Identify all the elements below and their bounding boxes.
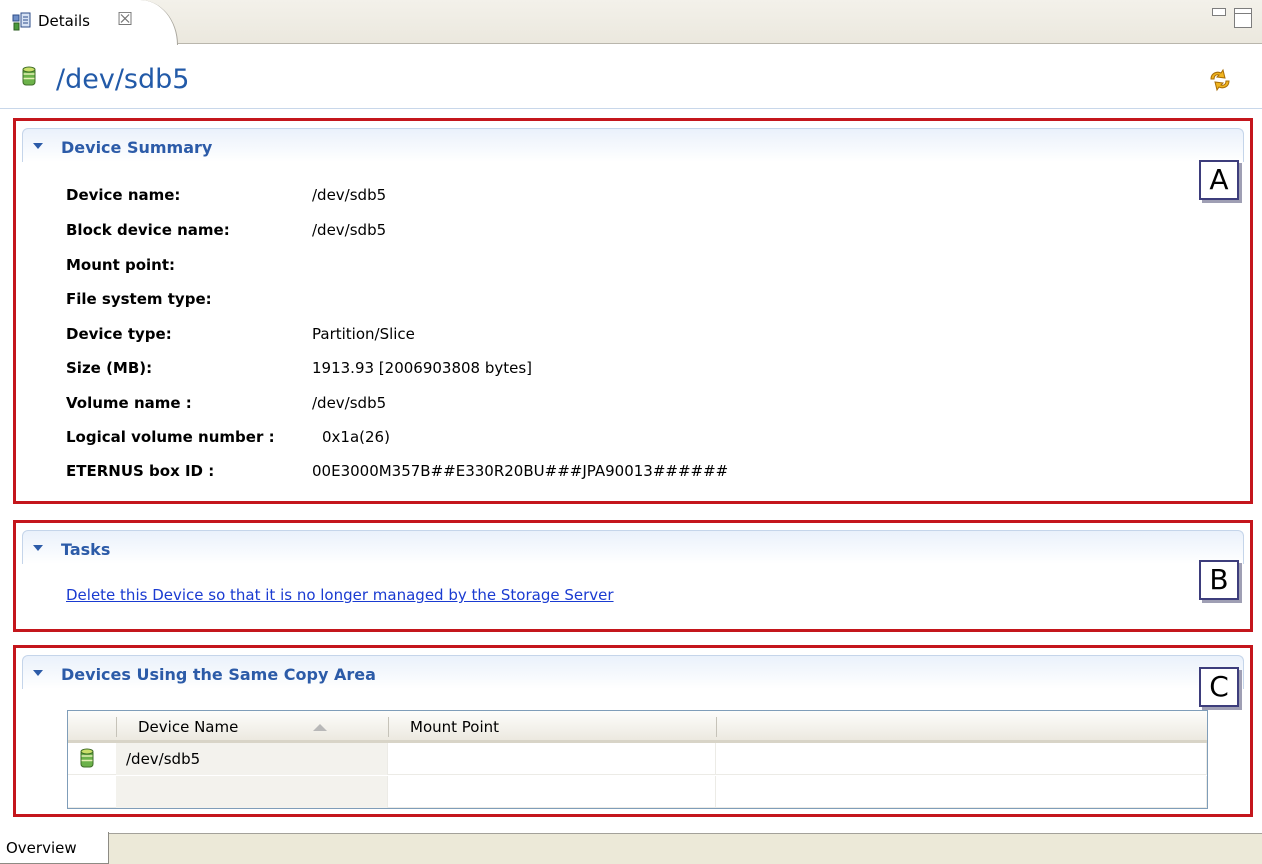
database-icon — [22, 66, 36, 86]
editor-tab-bar — [0, 0, 1262, 44]
annotation-label-c: C — [1199, 667, 1239, 707]
maximize-icon[interactable] — [1234, 8, 1252, 28]
refresh-icon[interactable] — [1206, 66, 1234, 94]
minimize-icon[interactable] — [1212, 8, 1226, 16]
tab-details-label: Details — [38, 12, 91, 30]
close-icon[interactable]: ☒ — [117, 9, 133, 30]
tab-overview-label: Overview — [6, 839, 77, 857]
page-title: /dev/sdb5 — [56, 64, 190, 95]
annotation-box-b — [13, 520, 1253, 632]
tab-details[interactable]: Details ☒ — [0, 0, 178, 45]
annotation-box-c — [13, 645, 1253, 817]
annotation-box-a — [13, 118, 1253, 504]
details-icon — [12, 12, 31, 31]
tab-overview[interactable]: Overview — [0, 832, 109, 864]
annotation-label-b: B — [1199, 560, 1239, 600]
annotation-label-a: A — [1199, 160, 1239, 200]
bottom-tab-bar — [0, 833, 1262, 864]
